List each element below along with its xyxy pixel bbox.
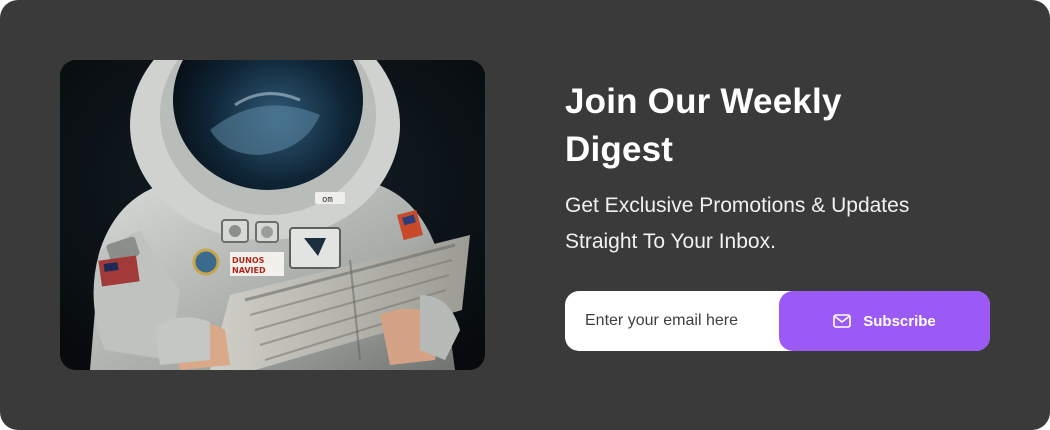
svg-text:om: om [322, 195, 333, 205]
newsletter-subtitle: Get Exclusive Promotions & Updates Strai… [565, 194, 910, 253]
svg-text:DUNOS: DUNOS [232, 256, 265, 265]
subscribe-label: Subscribe [863, 312, 936, 330]
astronaut-image: om DUNOS NAVIED [60, 60, 485, 370]
newsletter-card: om DUNOS NAVIED Join Our Weekly Digest G… [0, 0, 1050, 430]
subscribe-button[interactable]: Subscribe [779, 291, 990, 351]
mail-icon [833, 314, 852, 328]
email-input[interactable] [565, 291, 779, 351]
svg-text:NAVIED: NAVIED [232, 266, 266, 275]
newsletter-title: Join Our Weekly Digest [565, 82, 842, 169]
newsletter-content: Join Our Weekly Digest Get Exclusive Pro… [565, 78, 1005, 260]
subscribe-form: Subscribe [565, 291, 990, 351]
